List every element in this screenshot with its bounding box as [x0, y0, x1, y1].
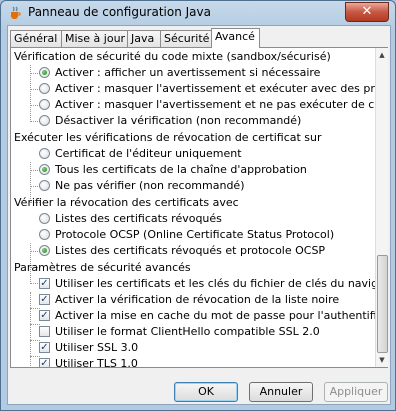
java-control-panel-window: Panneau de configuration Java ✕ Général … — [0, 0, 396, 411]
radio-button[interactable] — [39, 180, 50, 191]
advanced-settings-panel: Vérification de sécurité du code mixte (… — [10, 47, 388, 368]
checkbox[interactable] — [39, 326, 50, 337]
scrollbar-thumb[interactable] — [377, 255, 388, 353]
tab-security[interactable]: Sécurité — [160, 30, 212, 47]
revocation-scope-group-heading: Exécuter les vérifications de révocation… — [14, 131, 322, 144]
mixed-code-group-heading: Vérification de sécurité du code mixte (… — [14, 50, 331, 63]
tab-label: Mise à jour — [65, 32, 126, 45]
tab-label: Avancé — [215, 30, 255, 43]
radio-button[interactable] — [39, 99, 50, 110]
window-client-area: Général Mise à jour Java Sécurité Avancé — [7, 25, 391, 405]
option-label: Listes des certificats révoqués et proto… — [55, 244, 326, 257]
tab-java[interactable]: Java — [127, 30, 161, 47]
vertical-scrollbar[interactable]: ▲ ▼ — [375, 48, 388, 367]
radio-button[interactable] — [39, 115, 50, 126]
option-label: Ne pas vérifier (non recommandé) — [55, 179, 245, 192]
window-title: Panneau de configuration Java — [28, 5, 211, 19]
apply-button[interactable]: Appliquer — [324, 382, 388, 402]
checkbox[interactable]: ✓ — [39, 358, 50, 367]
advanced-security-group-heading: Paramètres de sécurité avancés — [14, 261, 191, 274]
option-label: Activer : masquer l'avertissement et ne … — [55, 98, 375, 111]
option-label: Activer la vérification de révocation de… — [55, 293, 340, 306]
option-label: Activer : masquer l'avertissement et exé… — [55, 82, 375, 95]
close-icon: ✕ — [361, 4, 373, 19]
cancel-button[interactable]: Annuler — [249, 382, 313, 402]
settings-tree: Vérification de sécurité du code mixte (… — [11, 48, 375, 367]
option-label: Utiliser les certificats et les clés du … — [55, 277, 375, 290]
checkbox[interactable]: ✓ — [39, 310, 50, 321]
tab-update[interactable]: Mise à jour — [61, 30, 128, 47]
radio-button[interactable] — [39, 213, 50, 224]
scroll-up-icon[interactable]: ▲ — [376, 48, 388, 62]
radio-button[interactable] — [39, 67, 50, 78]
title-bar[interactable]: Panneau de configuration Java ✕ — [1, 1, 395, 25]
scroll-down-icon[interactable]: ▼ — [376, 353, 388, 367]
tab-label: Général — [14, 32, 58, 45]
option-label: Listes des certificats révoqués — [55, 212, 222, 225]
radio-button[interactable] — [39, 148, 50, 159]
option-label: Protocole OCSP (Online Certificate Statu… — [55, 228, 335, 241]
java-cup-icon — [11, 6, 21, 19]
option-label: Activer : afficher un avertissement si n… — [55, 66, 321, 79]
revocation-method-group-heading: Vérifier la révocation des certificats a… — [14, 196, 239, 209]
tab-general[interactable]: Général — [10, 30, 62, 47]
option-label: Utiliser TLS 1.0 — [55, 357, 138, 367]
option-label: Désactiver la vérification (non recomman… — [55, 114, 302, 127]
option-label: Tous les certificats de la chaîne d'appr… — [55, 163, 307, 176]
close-button[interactable]: ✕ — [345, 2, 389, 22]
option-label: Certificat de l'éditeur uniquement — [55, 147, 242, 160]
tab-advanced[interactable]: Avancé — [211, 28, 260, 48]
option-label: Utiliser SSL 3.0 — [55, 341, 139, 354]
option-label: Utiliser le format ClientHello compatibl… — [55, 325, 320, 338]
ok-button[interactable]: OK — [174, 382, 238, 402]
tab-label: Java — [131, 32, 155, 45]
radio-button[interactable] — [39, 229, 50, 240]
option-label: Activer la mise en cache du mot de passe… — [55, 309, 375, 322]
checkbox[interactable]: ✓ — [39, 278, 50, 289]
radio-button[interactable] — [39, 164, 50, 175]
tab-label: Sécurité — [164, 32, 210, 45]
radio-button[interactable] — [39, 83, 50, 94]
checkbox[interactable]: ✓ — [39, 342, 50, 353]
checkbox[interactable]: ✓ — [39, 294, 50, 305]
radio-button[interactable] — [39, 245, 50, 256]
